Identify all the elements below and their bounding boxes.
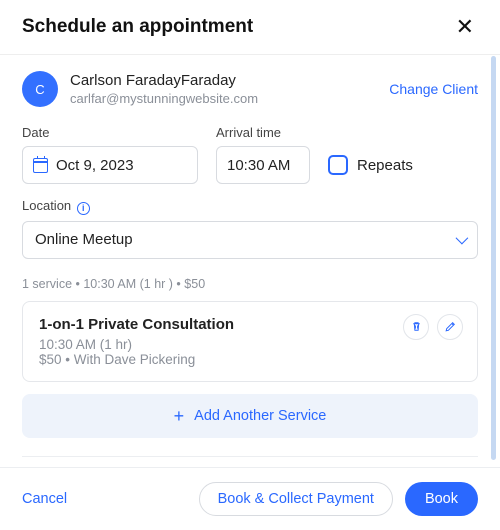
- service-time: 10:30 AM (1 hr): [39, 337, 461, 352]
- date-input[interactable]: Oct 9, 2023: [22, 146, 198, 184]
- modal-title: Schedule an appointment: [22, 16, 253, 38]
- repeats-checkbox[interactable]: [328, 155, 348, 175]
- repeats-field: Repeats: [328, 146, 413, 184]
- time-value: 10:30 AM: [227, 157, 290, 174]
- calendar-icon: [33, 158, 48, 173]
- services-summary: 1 service • 10:30 AM (1 hr ) • $50: [22, 277, 478, 291]
- service-card-actions: [403, 314, 463, 340]
- repeats-label: Repeats: [357, 157, 413, 174]
- client-row: C Carlson FaradayFaraday carlfar@mystunn…: [22, 71, 478, 107]
- modal-footer: Cancel Book & Collect Payment Book: [0, 467, 500, 530]
- info-icon[interactable]: i: [77, 202, 90, 215]
- time-label: Arrival time: [216, 125, 310, 140]
- pencil-icon: [444, 320, 457, 333]
- client-email: carlfar@mystunningwebsite.com: [70, 91, 377, 108]
- client-avatar: C: [22, 71, 58, 107]
- book-button[interactable]: Book: [405, 482, 478, 516]
- service-price-staff: $50 • With Dave Pickering: [39, 352, 461, 367]
- location-label-text: Location: [22, 198, 71, 213]
- location-label: Location i: [22, 198, 478, 215]
- change-client-link[interactable]: Change Client: [389, 81, 478, 97]
- date-value: Oct 9, 2023: [56, 157, 134, 174]
- close-icon[interactable]: ✕: [452, 14, 478, 40]
- edit-service-button[interactable]: [437, 314, 463, 340]
- time-input[interactable]: 10:30 AM: [216, 146, 310, 184]
- service-card: 1-on-1 Private Consultation 10:30 AM (1 …: [22, 301, 478, 382]
- cancel-button[interactable]: Cancel: [22, 491, 67, 507]
- book-collect-payment-button[interactable]: Book & Collect Payment: [199, 482, 393, 516]
- plus-icon: +: [174, 407, 185, 425]
- modal-header: Schedule an appointment ✕: [0, 0, 500, 55]
- section-divider: [22, 456, 478, 457]
- client-info: Carlson FaradayFaraday carlfar@mystunnin…: [70, 71, 377, 107]
- modal-content: C Carlson FaradayFaraday carlfar@mystunn…: [0, 55, 500, 467]
- location-select[interactable]: Online Meetup: [22, 221, 478, 259]
- time-field: Arrival time 10:30 AM: [216, 125, 310, 184]
- schedule-appointment-modal: Schedule an appointment ✕ C Carlson Fara…: [0, 0, 500, 530]
- add-service-button[interactable]: + Add Another Service: [22, 394, 478, 438]
- location-value: Online Meetup: [35, 231, 133, 248]
- trash-icon: [410, 320, 423, 333]
- service-title: 1-on-1 Private Consultation: [39, 316, 461, 333]
- date-field: Date Oct 9, 2023: [22, 125, 198, 184]
- date-label: Date: [22, 125, 198, 140]
- location-field: Location i Online Meetup: [22, 198, 478, 259]
- chevron-down-icon: [456, 232, 469, 245]
- delete-service-button[interactable]: [403, 314, 429, 340]
- client-name: Carlson FaradayFaraday: [70, 71, 377, 91]
- add-service-label: Add Another Service: [194, 408, 326, 424]
- datetime-row: Date Oct 9, 2023 Arrival time 10:30 AM R…: [22, 125, 478, 184]
